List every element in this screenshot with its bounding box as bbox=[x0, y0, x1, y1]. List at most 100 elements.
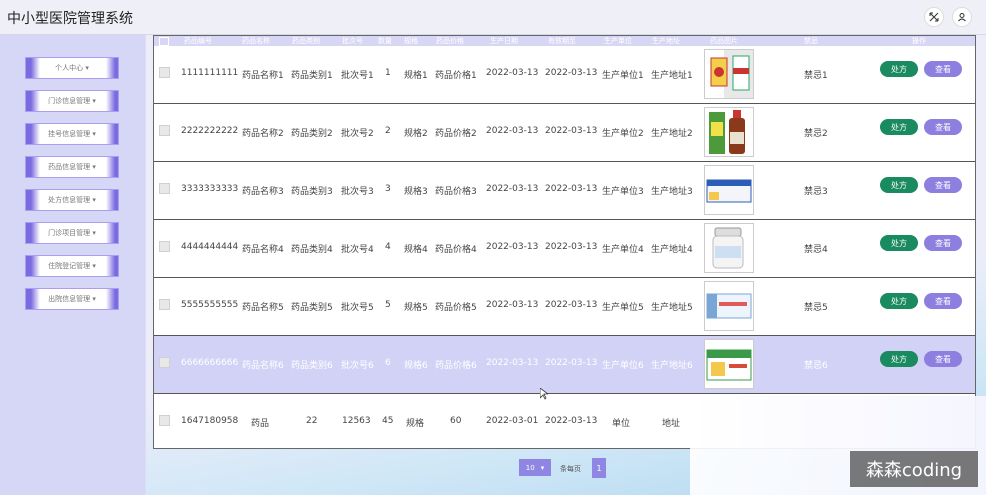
cell-name: 药品 bbox=[251, 419, 270, 429]
sidebar-item-medicine[interactable]: 药品信息管理 ▾ bbox=[25, 156, 119, 178]
prescription-button[interactable]: 处方 bbox=[880, 177, 918, 193]
header-spec: 规格 bbox=[404, 37, 418, 45]
medicine-image bbox=[704, 107, 754, 157]
prescription-button[interactable]: 处方 bbox=[880, 351, 918, 367]
sidebar-item-prescription[interactable]: 处方信息管理 ▾ bbox=[25, 189, 119, 211]
cell-price: 药品价格6 bbox=[435, 361, 477, 371]
cell-taboo: 禁忌1 bbox=[804, 71, 828, 81]
app-title: 中小型医院管理系统 bbox=[7, 11, 133, 27]
cell-unit: 生产单位2 bbox=[602, 129, 644, 139]
user-icon[interactable] bbox=[952, 7, 972, 27]
medicine-image bbox=[704, 339, 754, 389]
view-button[interactable]: 查看 bbox=[924, 351, 962, 367]
cell-category: 药品类别5 bbox=[291, 303, 333, 313]
prescription-button[interactable]: 处方 bbox=[880, 235, 918, 251]
sidebar-item-outpatient[interactable]: 门诊信息管理 ▾ bbox=[25, 90, 119, 112]
cell-mfg-date: 2022-03-13 bbox=[486, 300, 539, 310]
cell-qty: 45 bbox=[382, 416, 394, 426]
cell-address: 生产地址4 bbox=[651, 245, 693, 255]
cell-category: 22 bbox=[306, 416, 318, 426]
header-mfg: 生产日期 bbox=[490, 37, 518, 45]
cell-mfg-date: 2022-03-13 bbox=[486, 68, 539, 78]
cell-category: 药品类别6 bbox=[291, 361, 333, 371]
header-unit: 生产单位 bbox=[604, 37, 632, 45]
cell-mfg-date: 2022-03-13 bbox=[486, 184, 539, 194]
cell-spec: 规格2 bbox=[404, 129, 428, 139]
sidebar-item-registration[interactable]: 挂号信息管理 ▾ bbox=[25, 123, 119, 145]
medicine-image bbox=[704, 223, 754, 273]
cell-unit: 生产单位5 bbox=[602, 303, 644, 313]
cell-qty: 4 bbox=[385, 242, 391, 252]
cell-price: 60 bbox=[450, 416, 462, 426]
cell-name: 药品名称6 bbox=[242, 361, 284, 371]
prescription-button[interactable]: 处方 bbox=[880, 293, 918, 309]
table-header: 药品编号 药品名称 药品类别 批次号 数量 规格 药品价格 生产日期 有效期至 … bbox=[154, 36, 975, 46]
cell-exp-date: 2022-03-13 bbox=[545, 184, 598, 194]
cell-exp-date: 2022-03-13 bbox=[545, 300, 598, 310]
cell-taboo: 禁忌3 bbox=[804, 187, 828, 197]
sidebar-item-hospitalization[interactable]: 住院登记管理 ▾ bbox=[25, 255, 119, 277]
row-checkbox[interactable] bbox=[159, 183, 170, 194]
view-button[interactable]: 查看 bbox=[924, 119, 962, 135]
row-checkbox[interactable] bbox=[159, 415, 170, 426]
view-button[interactable]: 查看 bbox=[924, 235, 962, 251]
header-taboo: 禁忌 bbox=[804, 37, 818, 45]
page-number-button[interactable]: 1 bbox=[592, 458, 606, 478]
cell-batch: 批次号3 bbox=[341, 187, 374, 197]
select-all-checkbox[interactable] bbox=[159, 37, 169, 46]
view-button[interactable]: 查看 bbox=[924, 177, 962, 193]
row-checkbox[interactable] bbox=[159, 299, 170, 310]
table-row: 2222222222 药品名称2 药品类别2 批次号2 2 规格2 药品价格2 … bbox=[154, 104, 975, 162]
cell-spec: 规格4 bbox=[404, 245, 428, 255]
cell-price: 药品价格4 bbox=[435, 245, 477, 255]
medicine-image bbox=[704, 281, 754, 331]
cell-spec: 规格6 bbox=[404, 361, 428, 371]
chevron-down-icon: ▾ bbox=[540, 463, 545, 472]
prescription-button[interactable]: 处方 bbox=[880, 119, 918, 135]
table-row: 3333333333 药品名称3 药品类别3 批次号3 3 规格3 药品价格3 … bbox=[154, 162, 975, 220]
header-addr: 生产地址 bbox=[652, 37, 680, 45]
cell-exp-date: 2022-03-13 bbox=[545, 358, 598, 368]
cell-exp-date: 2022-03-13 bbox=[545, 126, 598, 136]
cell-qty: 1 bbox=[385, 68, 391, 78]
cell-category: 药品类别4 bbox=[291, 245, 333, 255]
medicine-table: 药品编号 药品名称 药品类别 批次号 数量 规格 药品价格 生产日期 有效期至 … bbox=[153, 35, 976, 449]
sidebar-item-personal-center[interactable]: 个人中心 ▾ bbox=[25, 57, 119, 79]
table-row: 6666666666 药品名称6 药品类别6 批次号6 6 规格6 药品价格6 … bbox=[154, 336, 975, 394]
header-id: 药品编号 bbox=[184, 37, 212, 45]
prescription-button[interactable]: 处方 bbox=[880, 61, 918, 77]
page-size-select[interactable]: 10 ▾ bbox=[519, 459, 551, 476]
table-row: 1111111111 药品名称1 药品类别1 批次号1 1 规格1 药品价格1 … bbox=[154, 46, 975, 104]
view-button[interactable]: 查看 bbox=[924, 293, 962, 309]
cell-price: 药品价格5 bbox=[435, 303, 477, 313]
sidebar-item-discharge[interactable]: 出院信息管理 ▾ bbox=[25, 288, 119, 310]
fullscreen-icon[interactable] bbox=[924, 7, 944, 27]
cell-address: 生产地址1 bbox=[651, 71, 693, 81]
row-checkbox[interactable] bbox=[159, 241, 170, 252]
row-checkbox[interactable] bbox=[159, 67, 170, 78]
row-checkbox[interactable] bbox=[159, 357, 170, 368]
cell-address: 生产地址2 bbox=[651, 129, 693, 139]
page-size-value: 10 bbox=[525, 463, 535, 472]
cell-batch: 12563 bbox=[342, 416, 371, 426]
cell-batch: 批次号2 bbox=[341, 129, 374, 139]
cell-address: 生产地址6 bbox=[651, 361, 693, 371]
cell-unit: 生产单位4 bbox=[602, 245, 644, 255]
cell-unit: 单位 bbox=[612, 419, 631, 429]
cell-qty: 3 bbox=[385, 184, 391, 194]
cell-id: 2222222222 bbox=[181, 126, 239, 136]
cell-exp-date: 2022-03-13 bbox=[545, 242, 598, 252]
cell-batch: 批次号4 bbox=[341, 245, 374, 255]
cell-batch: 批次号5 bbox=[341, 303, 374, 313]
sidebar-item-outpatient-project[interactable]: 门诊项目管理 ▾ bbox=[25, 222, 119, 244]
cell-batch: 批次号6 bbox=[341, 361, 374, 371]
cell-taboo: 禁忌4 bbox=[804, 245, 828, 255]
view-button[interactable]: 查看 bbox=[924, 61, 962, 77]
cell-category: 药品类别2 bbox=[291, 129, 333, 139]
header-batch: 批次号 bbox=[342, 37, 363, 45]
cell-mfg-date: 2022-03-13 bbox=[486, 126, 539, 136]
header-exp: 有效期至 bbox=[548, 37, 576, 45]
row-checkbox[interactable] bbox=[159, 125, 170, 136]
medicine-image bbox=[704, 165, 754, 215]
header-image: 药品图片 bbox=[710, 37, 738, 45]
